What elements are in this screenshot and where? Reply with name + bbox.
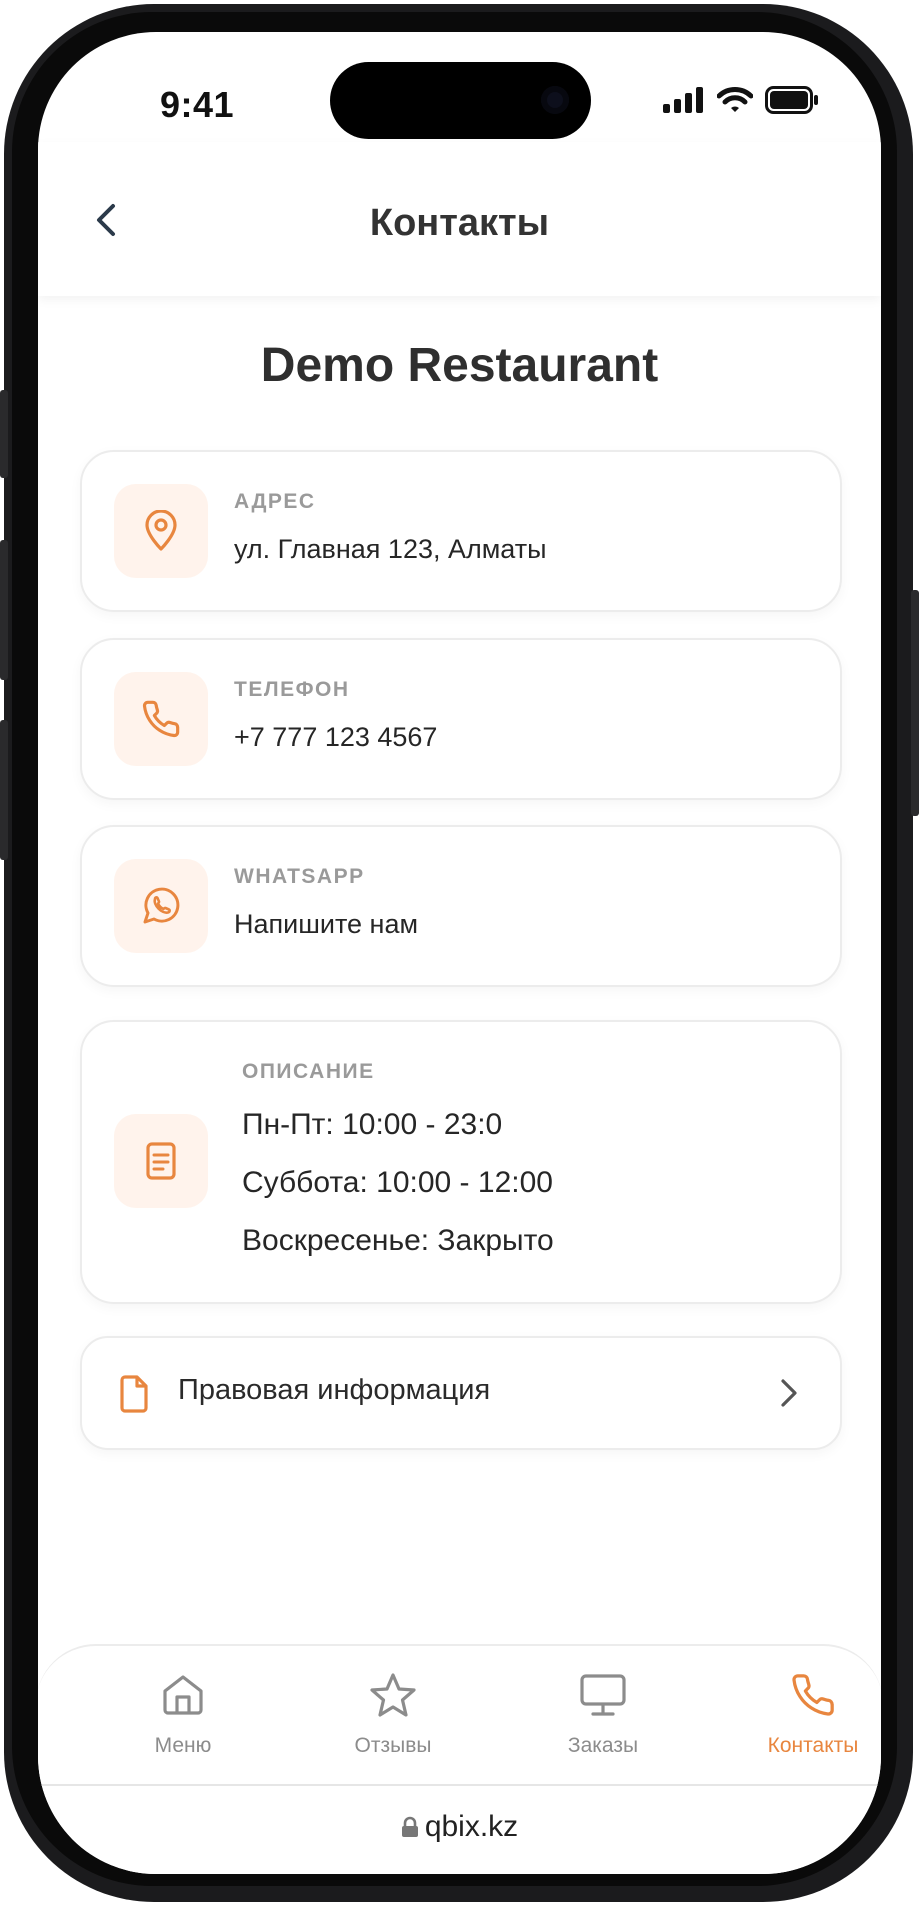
volume-up-button bbox=[0, 540, 8, 680]
whatsapp-card[interactable]: WHATSAPP Напишите нам bbox=[80, 825, 842, 987]
tab-menu[interactable]: Меню bbox=[78, 1646, 288, 1786]
page-title: Контакты bbox=[369, 202, 550, 244]
url-text: qbix.kz bbox=[424, 1810, 519, 1843]
file-icon bbox=[120, 1375, 148, 1413]
wifi-icon bbox=[717, 87, 753, 112]
hours-saturday: Суббота: 10:00 - 12:00 bbox=[242, 1166, 553, 1199]
signal-icon bbox=[663, 87, 703, 113]
dynamic-island bbox=[330, 62, 591, 139]
top-header: Контакты bbox=[38, 142, 881, 296]
phone-icon-box bbox=[114, 672, 208, 766]
whatsapp-value: Напишите нам bbox=[234, 909, 419, 939]
tab-contacts-label: Контакты bbox=[767, 1734, 859, 1757]
address-card[interactable]: АДРЕС ул. Главная 123, Алматы bbox=[80, 450, 842, 612]
legal-info-row[interactable]: Правовая информация bbox=[80, 1336, 842, 1450]
status-time: 9:41 bbox=[160, 84, 235, 125]
whatsapp-label: WHATSAPP bbox=[234, 865, 365, 888]
tab-contacts[interactable]: Контакты bbox=[708, 1646, 881, 1786]
status-icons bbox=[663, 86, 819, 114]
whatsapp-icon bbox=[143, 887, 180, 924]
monitor-icon bbox=[580, 1674, 626, 1716]
mute-switch bbox=[0, 390, 8, 478]
url-display: qbix.kz bbox=[38, 1810, 881, 1844]
phone-card[interactable]: ТЕЛЕФОН +7 777 123 4567 bbox=[80, 638, 842, 800]
phone-screen: Контакты 9:41 Demo Restaurant АДРЕС ул. … bbox=[38, 32, 881, 1874]
bottom-tab-bar: Меню Отзывы Заказы Контакты bbox=[38, 1644, 881, 1786]
description-label: ОПИСАНИЕ bbox=[242, 1060, 375, 1083]
description-icon-box bbox=[114, 1114, 208, 1208]
address-icon-box bbox=[114, 484, 208, 578]
hours-weekdays: Пн-Пт: 10:00 - 23:0 bbox=[242, 1108, 503, 1141]
browser-url-bar[interactable]: qbix.kz bbox=[38, 1784, 881, 1874]
tab-reviews[interactable]: Отзывы bbox=[288, 1646, 498, 1786]
lock-icon bbox=[401, 1816, 418, 1837]
phone-value: +7 777 123 4567 bbox=[234, 722, 438, 752]
chevron-right-icon bbox=[781, 1379, 797, 1407]
restaurant-name: Demo Restaurant bbox=[260, 339, 659, 392]
legal-info-label: Правовая информация bbox=[178, 1374, 491, 1406]
address-label: АДРЕС bbox=[234, 490, 316, 513]
map-pin-icon bbox=[145, 510, 177, 551]
battery-icon bbox=[765, 86, 818, 114]
home-icon bbox=[163, 1675, 203, 1715]
tab-menu-label: Меню bbox=[154, 1734, 212, 1757]
address-value: ул. Главная 123, Алматы bbox=[234, 534, 547, 564]
volume-down-button bbox=[0, 720, 8, 860]
whatsapp-icon-box bbox=[114, 859, 208, 953]
camera-icon bbox=[541, 86, 569, 114]
star-icon bbox=[370, 1673, 416, 1717]
hours-sunday: Воскресенье: Закрыто bbox=[242, 1224, 554, 1257]
power-button bbox=[911, 590, 919, 816]
description-card: ОПИСАНИЕ Пн-Пт: 10:00 - 23:0 Суббота: 10… bbox=[80, 1020, 842, 1304]
phone-label: ТЕЛЕФОН bbox=[234, 678, 350, 701]
tab-orders[interactable]: Заказы bbox=[498, 1646, 708, 1786]
phone-icon bbox=[142, 700, 180, 738]
tab-orders-label: Заказы bbox=[567, 1734, 639, 1757]
document-text-icon bbox=[146, 1142, 176, 1180]
phone-icon bbox=[792, 1674, 834, 1716]
tab-reviews-label: Отзывы bbox=[354, 1734, 432, 1757]
